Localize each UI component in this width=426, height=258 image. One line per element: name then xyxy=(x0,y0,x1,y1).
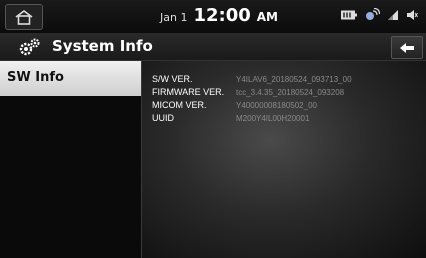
home-icon xyxy=(15,10,33,25)
arrow-left-icon xyxy=(400,42,414,53)
battery-icon xyxy=(341,10,357,20)
info-value: M200Y4IL00H20001 xyxy=(236,114,310,123)
clock: Jan 1 12:00 AM xyxy=(160,5,278,29)
info-row-firmware-version: FIRMWARE VER. tcc_3.4.35_20180524_093208 xyxy=(152,86,352,99)
status-bar: Jan 1 12:00 AM xyxy=(0,0,426,33)
time-text: 12:00 xyxy=(193,5,251,26)
info-value: Y4ILAV6_20180524_093713_00 xyxy=(236,75,352,84)
info-panel: S/W VER. Y4ILAV6_20180524_093713_00 FIRM… xyxy=(142,61,426,258)
back-button[interactable] xyxy=(391,36,423,59)
settings-gears-icon xyxy=(19,38,40,56)
info-label: S/W VER. xyxy=(152,74,193,84)
page-header: System Info xyxy=(0,33,426,61)
info-row-sw-version: S/W VER. Y4ILAV6_20180524_093713_00 xyxy=(152,73,352,86)
status-icons xyxy=(341,8,418,22)
page-title: System Info xyxy=(52,37,153,55)
info-label: UUID xyxy=(152,113,174,123)
info-label: MICOM VER. xyxy=(152,100,207,110)
info-row-uuid: UUID M200Y4IL00H20001 xyxy=(152,112,352,125)
gps-signal-icon xyxy=(366,8,380,20)
mute-icon xyxy=(407,10,418,20)
info-label: FIRMWARE VER. xyxy=(152,87,225,97)
home-button[interactable] xyxy=(5,4,43,30)
info-value: tcc_3.4.35_20180524_093208 xyxy=(236,88,345,97)
sidebar-item-sw-info[interactable]: SW Info xyxy=(0,61,141,96)
info-table: S/W VER. Y4ILAV6_20180524_093713_00 FIRM… xyxy=(152,73,352,125)
ampm-text: AM xyxy=(256,10,278,24)
signal-strength-icon xyxy=(388,10,398,20)
sidebar: SW Info xyxy=(0,61,142,258)
info-value: Y40000008180502_00 xyxy=(236,101,317,110)
info-row-micom-version: MICOM VER. Y40000008180502_00 xyxy=(152,99,352,112)
date-text: Jan 1 xyxy=(160,11,188,24)
sidebar-item-label: SW Info xyxy=(7,70,64,85)
